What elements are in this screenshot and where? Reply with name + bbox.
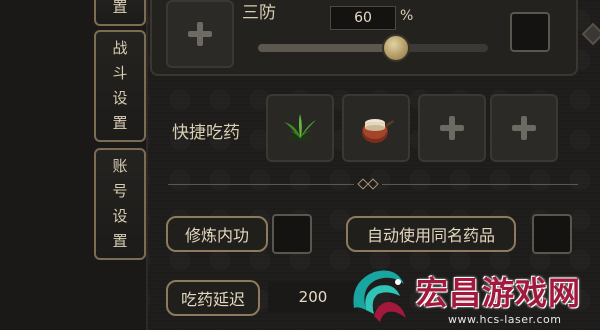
auto-use-same-medicine-label[interactable]: 自动使用同名药品: [346, 216, 516, 252]
watermark-url: www.hcs-laser.com: [448, 313, 562, 326]
auto-use-same-medicine-checkbox[interactable]: [532, 214, 572, 254]
medicine-pot-icon: [362, 119, 394, 143]
defense-label: 三防: [242, 3, 276, 23]
section-divider: [168, 184, 354, 185]
tab-account-char: 置: [112, 232, 128, 250]
plus-icon: [521, 116, 527, 140]
cultivate-inner-skill-label[interactable]: 修炼内功: [166, 216, 268, 252]
quick-medicine-slot-2[interactable]: [342, 94, 410, 162]
quick-medicine-label: 快捷吃药: [172, 123, 240, 143]
defense-add-slot[interactable]: [166, 0, 234, 68]
defense-value-input[interactable]: 60: [330, 6, 396, 30]
scroll-diamond-icon[interactable]: [581, 22, 600, 46]
tab-combat-char: 战: [112, 39, 128, 57]
defense-slider-fill: [258, 44, 396, 52]
section-divider: [382, 184, 578, 185]
plus-icon: [449, 116, 455, 140]
tab-combat-settings[interactable]: 战 斗 设 置: [94, 30, 146, 142]
tab-combat-char: 置: [112, 114, 128, 132]
quick-medicine-slot-1[interactable]: [266, 94, 334, 162]
tab-combat-char: 斗: [112, 64, 128, 82]
tab-account-char: 设: [112, 207, 128, 225]
quick-medicine-slot-3[interactable]: [418, 94, 486, 162]
herb-icon: [284, 114, 316, 141]
quick-medicine-slot-4[interactable]: [490, 94, 558, 162]
settings-tab-strip: 置 战 斗 设 置 账 号 设 置: [0, 0, 148, 330]
medicine-delay-label: 吃药延迟: [166, 280, 260, 316]
defense-checkbox[interactable]: [510, 12, 550, 52]
divider-ornament-icon: [367, 178, 379, 190]
tab-partial-label: 置: [112, 0, 128, 16]
plus-icon: [197, 22, 203, 46]
tab-account-char: 账: [112, 157, 128, 175]
watermark-title: 宏昌游戏网: [416, 274, 582, 312]
tab-combat-char: 设: [112, 89, 128, 107]
cultivate-inner-skill-checkbox[interactable]: [272, 214, 312, 254]
tab-account-char: 号: [112, 182, 128, 200]
watermark-logo-icon: [353, 270, 406, 322]
defense-unit: %: [400, 8, 414, 24]
tab-partial-settings[interactable]: 置: [94, 0, 146, 26]
defense-slider-knob[interactable]: [382, 34, 410, 62]
defense-slider-track[interactable]: [258, 44, 488, 52]
tab-account-settings[interactable]: 账 号 设 置: [94, 148, 146, 260]
